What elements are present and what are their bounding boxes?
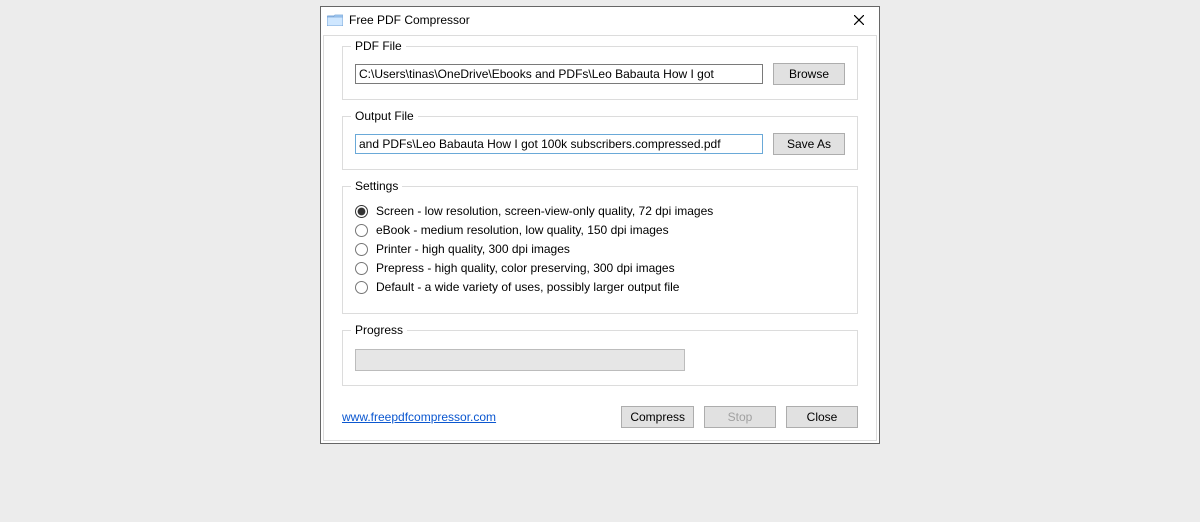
radio-printer-input[interactable] (355, 243, 368, 256)
close-button[interactable]: Close (786, 406, 858, 428)
dialog-body: PDF File Browse Output File Save As Sett… (323, 35, 877, 441)
radio-ebook-input[interactable] (355, 224, 368, 237)
app-window: Free PDF Compressor PDF File Browse Outp… (320, 6, 880, 444)
title-bar: Free PDF Compressor (321, 7, 879, 33)
pdf-file-group: PDF File Browse (342, 46, 858, 100)
compress-button[interactable]: Compress (621, 406, 694, 428)
browse-button[interactable]: Browse (773, 63, 845, 85)
radio-default-input[interactable] (355, 281, 368, 294)
website-link[interactable]: www.freepdfcompressor.com (342, 410, 611, 424)
radio-prepress-input[interactable] (355, 262, 368, 275)
footer-row: www.freepdfcompressor.com Compress Stop … (342, 402, 858, 428)
close-window-button[interactable] (839, 7, 879, 33)
output-file-legend: Output File (351, 109, 418, 123)
radio-default-label: Default - a wide variety of uses, possib… (376, 280, 679, 294)
radio-printer[interactable]: Printer - high quality, 300 dpi images (355, 242, 845, 256)
pdf-file-legend: PDF File (351, 39, 406, 53)
radio-printer-label: Printer - high quality, 300 dpi images (376, 242, 570, 256)
folder-icon (327, 14, 343, 26)
progress-bar (355, 349, 685, 371)
output-file-input[interactable] (355, 134, 763, 154)
output-file-group: Output File Save As (342, 116, 858, 170)
window-title: Free PDF Compressor (349, 13, 839, 27)
stop-button: Stop (704, 406, 776, 428)
radio-screen-label: Screen - low resolution, screen-view-onl… (376, 204, 713, 218)
radio-ebook-label: eBook - medium resolution, low quality, … (376, 223, 669, 237)
settings-legend: Settings (351, 179, 402, 193)
close-icon (854, 15, 864, 25)
radio-screen[interactable]: Screen - low resolution, screen-view-onl… (355, 204, 845, 218)
radio-screen-input[interactable] (355, 205, 368, 218)
save-as-button[interactable]: Save As (773, 133, 845, 155)
radio-ebook[interactable]: eBook - medium resolution, low quality, … (355, 223, 845, 237)
progress-group: Progress (342, 330, 858, 386)
radio-prepress[interactable]: Prepress - high quality, color preservin… (355, 261, 845, 275)
radio-prepress-label: Prepress - high quality, color preservin… (376, 261, 675, 275)
progress-legend: Progress (351, 323, 407, 337)
pdf-file-input[interactable] (355, 64, 763, 84)
settings-group: Settings Screen - low resolution, screen… (342, 186, 858, 314)
radio-default[interactable]: Default - a wide variety of uses, possib… (355, 280, 845, 294)
